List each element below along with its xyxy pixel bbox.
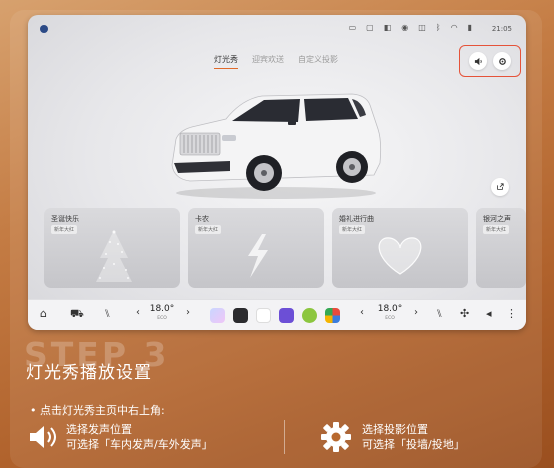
sound-option: 选择发声位置 可选择「车内发声/车外发声」 bbox=[66, 422, 213, 452]
speaker-icon bbox=[30, 426, 56, 448]
sound-option-title: 选择发声位置 bbox=[66, 423, 132, 436]
sound-position-button[interactable] bbox=[469, 52, 487, 70]
bottom-dock: ⌂ ⛟ ⑊ ‹ 18.0° ECO › ‹ 18.0° ECO › ⑊ ✣ ◂ … bbox=[28, 299, 526, 330]
crown-app-icon[interactable] bbox=[279, 308, 294, 323]
right-temp-value: 18.0° bbox=[377, 304, 403, 314]
divider bbox=[284, 420, 285, 454]
home-icon[interactable]: ⌂ bbox=[40, 307, 47, 320]
tab-light-show[interactable]: 灯光秀 bbox=[214, 54, 238, 69]
light-show-cards: 圣诞快乐 新年大红 卡农 新年大红 婚礼进行曲 新年大红 银河之声 新年大红 bbox=[44, 208, 526, 288]
projection-option: 选择投影位置 可选择「投墙/投地」 bbox=[362, 422, 465, 452]
card-wedding-march[interactable]: 婚礼进行曲 新年大红 bbox=[332, 208, 468, 288]
projection-option-desc: 可选择「投墙/投地」 bbox=[362, 438, 465, 451]
brand-logo bbox=[40, 25, 48, 33]
media-app-icon[interactable] bbox=[233, 308, 248, 323]
left-temperature[interactable]: 18.0° ECO bbox=[142, 304, 182, 321]
left-temp-down-button[interactable]: ‹ bbox=[136, 307, 140, 318]
sound-option-desc: 可选择「车内发声/车外发声」 bbox=[66, 438, 213, 451]
left-temp-up-button[interactable]: › bbox=[186, 307, 190, 318]
seat-icon[interactable]: ⑊ bbox=[104, 307, 111, 320]
highlight-box bbox=[459, 45, 521, 77]
right-temp-down-button[interactable]: ‹ bbox=[360, 307, 364, 318]
clock: 21:05 bbox=[491, 25, 512, 33]
car-infotainment-screen: ▭ ▢ ◧ ◉ ◫ ᛒ ◠ ▮ 21:05 灯光秀 迎宾欢送 自定义投影 圣诞快… bbox=[28, 15, 526, 330]
left-temp-unit: ECO bbox=[157, 316, 167, 321]
seat-icon[interactable]: ⑊ bbox=[436, 307, 443, 320]
projection-position-button[interactable] bbox=[493, 52, 511, 70]
gallery-app-icon[interactable] bbox=[210, 308, 225, 323]
right-temperature[interactable]: 18.0° ECO bbox=[370, 304, 410, 321]
right-temp-up-button[interactable]: › bbox=[414, 307, 418, 318]
section-heading: 灯光秀播放设置 bbox=[26, 363, 152, 383]
fan-icon[interactable]: ✣ bbox=[460, 307, 469, 320]
tab-welcome[interactable]: 迎宾欢送 bbox=[252, 54, 284, 69]
game-app-icon[interactable] bbox=[302, 308, 317, 323]
window-icon: ▢ bbox=[366, 23, 374, 32]
record-icon: ◉ bbox=[401, 23, 409, 32]
gear-icon bbox=[321, 422, 351, 452]
card-canon[interactable]: 卡农 新年大红 bbox=[188, 208, 324, 288]
card-galaxy-voice[interactable]: 银河之声 新年大红 bbox=[476, 208, 526, 288]
share-button[interactable] bbox=[491, 178, 509, 196]
tab-bar: 灯光秀 迎宾欢送 自定义投影 bbox=[214, 54, 338, 69]
car-image bbox=[171, 93, 382, 199]
gear-icon bbox=[498, 57, 506, 65]
status-bar: ▭ ▢ ◧ ◉ ◫ ᛒ ◠ ▮ 21:05 bbox=[28, 15, 526, 41]
apps-grid-icon[interactable] bbox=[325, 308, 340, 323]
video-app-icon[interactable] bbox=[256, 308, 271, 323]
battery-icon: ▭ bbox=[348, 23, 357, 32]
projection-option-title: 选择投影位置 bbox=[362, 423, 428, 436]
lightning-icon bbox=[248, 234, 268, 278]
left-temp-value: 18.0° bbox=[149, 304, 175, 314]
status-icons: ▭ ▢ ◧ ◉ ◫ ᛒ ◠ ▮ bbox=[349, 23, 472, 32]
heart-icon bbox=[378, 237, 422, 275]
tab-custom-projection[interactable]: 自定义投影 bbox=[298, 54, 338, 69]
camera-icon: ◧ bbox=[383, 23, 392, 32]
mute-icon: ◫ bbox=[418, 23, 426, 32]
speaker-icon bbox=[474, 57, 482, 65]
christmas-tree-icon bbox=[96, 230, 132, 282]
card-title: 银河之声 bbox=[483, 215, 511, 223]
signal-icon: ▮ bbox=[467, 23, 472, 32]
bluetooth-icon: ᛒ bbox=[435, 23, 441, 32]
right-temp-unit: ECO bbox=[385, 316, 395, 321]
card-merry-christmas[interactable]: 圣诞快乐 新年大红 bbox=[44, 208, 180, 288]
wifi-icon: ◠ bbox=[450, 23, 458, 32]
volume-icon[interactable]: ◂ bbox=[486, 307, 492, 320]
share-icon bbox=[497, 183, 504, 190]
card-badge: 新年大红 bbox=[483, 225, 510, 234]
fan-icon[interactable]: ⋮ bbox=[506, 307, 517, 320]
instruction-text: • 点击灯光秀主页中右上角: bbox=[30, 404, 165, 417]
car-icon[interactable]: ⛟ bbox=[70, 307, 84, 322]
